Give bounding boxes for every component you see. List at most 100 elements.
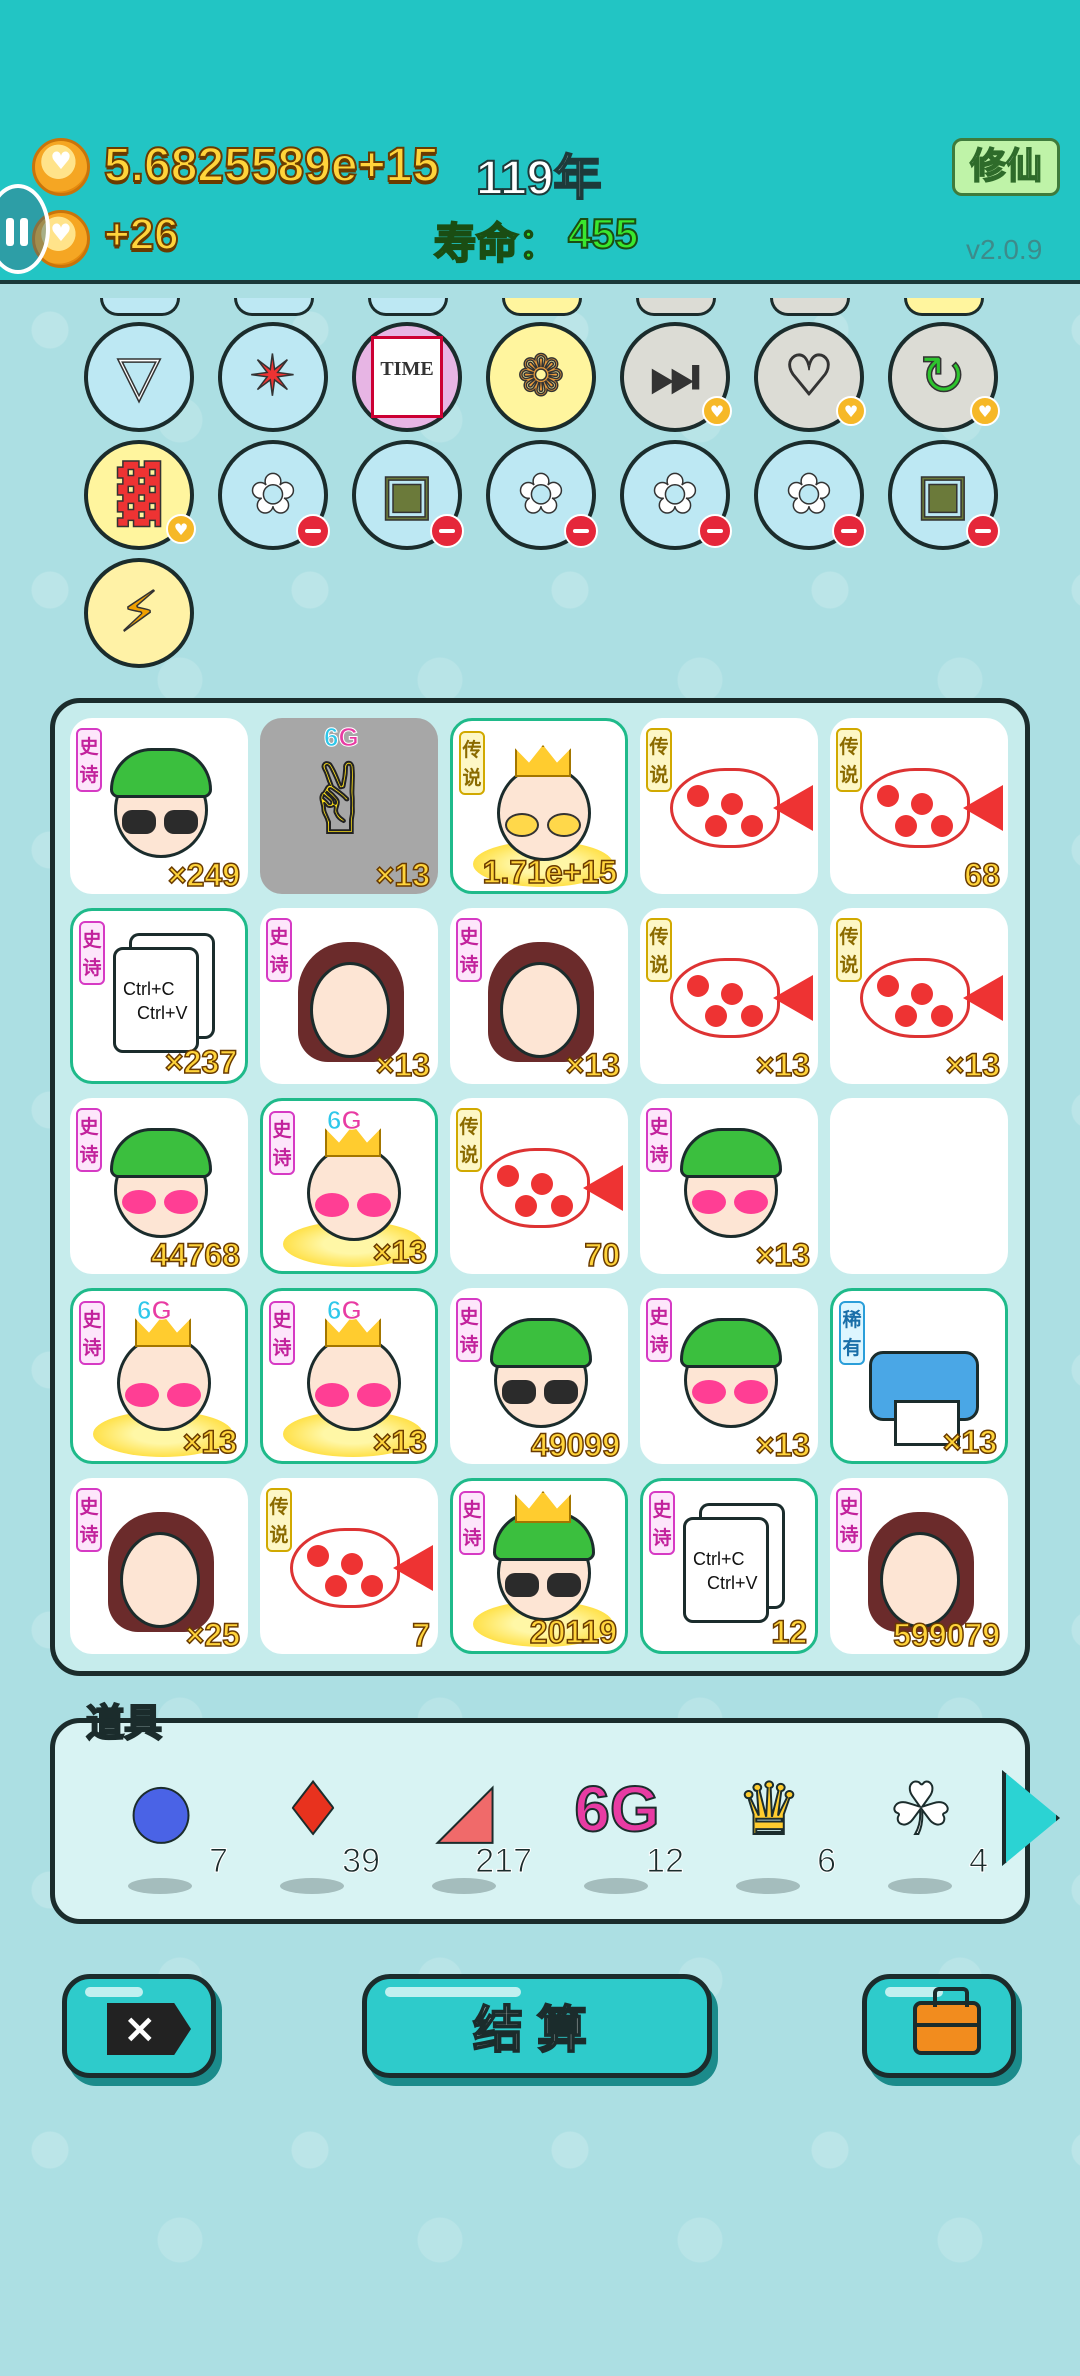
sack-icon: ▣ xyxy=(916,462,970,527)
grid-cell-copy-paste[interactable]: Ctrl+C Ctrl+V 史诗 12 xyxy=(640,1478,818,1654)
partially-hidden-tool[interactable] xyxy=(904,298,984,316)
grid-cell-copy-paste[interactable]: Ctrl+C Ctrl+V 史诗 ×237 xyxy=(70,908,248,1084)
grid-cell-koi-fish[interactable]: 传说 68 xyxy=(830,718,1008,894)
partially-hidden-tool[interactable] xyxy=(234,298,314,316)
remove-badge-icon[interactable] xyxy=(296,514,330,548)
prop-crown[interactable]: ♛ 6 xyxy=(706,1752,836,1902)
grid-cell-green-hat-pink-glasses[interactable]: 史诗 ×13 xyxy=(640,1098,818,1274)
partially-hidden-tool[interactable] xyxy=(502,298,582,316)
rarity-tag: 传说 xyxy=(459,731,485,795)
tool-fries[interactable]: ▓ ♥ xyxy=(84,440,196,550)
settle-button[interactable]: 结算 xyxy=(362,1974,712,2078)
grid-cell-green-hat-pink-glasses[interactable]: 史诗 ×13 xyxy=(640,1288,818,1464)
rarity-tag: 传说 xyxy=(836,918,862,982)
remove-badge-icon[interactable] xyxy=(564,514,598,548)
rarity-tag: 史诗 xyxy=(456,918,482,982)
prop-6g[interactable]: 6G 12 xyxy=(554,1752,684,1902)
prop-chili[interactable]: ♦ 39 xyxy=(250,1752,380,1902)
crown-icon: ♛ xyxy=(736,1766,803,1852)
remove-badge-icon[interactable] xyxy=(430,514,464,548)
grid-cell-koi-fish[interactable]: 传说 ×13 xyxy=(830,908,1008,1084)
grid-cell-braid-girl[interactable]: 史诗 599079 xyxy=(830,1478,1008,1654)
partially-hidden-tool[interactable] xyxy=(636,298,716,316)
grid-cell-crowned-pink-6g[interactable]: 6G 史诗 ×13 xyxy=(260,1288,438,1464)
grid-cell-koi-fish[interactable]: 传说 7 xyxy=(260,1478,438,1654)
tool-time-magazine[interactable]: TIME xyxy=(352,322,462,432)
prop-blueberry[interactable]: ● 7 xyxy=(98,1752,228,1902)
prop-shadow xyxy=(584,1878,648,1894)
cultivate-button[interactable]: 修仙 xyxy=(952,138,1060,196)
tool-skirt[interactable]: ▽ xyxy=(84,322,194,432)
version-label: v2.0.9 xyxy=(966,234,1043,265)
lightning-icon: ⚡ xyxy=(119,580,160,645)
skirt-icon: ▽ xyxy=(117,344,162,409)
grid-cell-koi-fish[interactable]: 传说 xyxy=(640,718,818,894)
tool-shell[interactable]: ❁ xyxy=(486,322,596,432)
prop-count: 6 xyxy=(817,1842,837,1881)
item-count: 68 xyxy=(964,856,1001,894)
prop-shadow xyxy=(736,1878,800,1894)
tool-refresh[interactable]: ↻ ♥ xyxy=(888,322,1000,432)
partially-hidden-tool[interactable] xyxy=(368,298,448,316)
income-rate: +26 xyxy=(103,209,180,260)
tool-compass[interactable]: ✴ xyxy=(218,322,328,432)
partially-hidden-tool[interactable] xyxy=(770,298,850,316)
grid-cell-green-hat-man[interactable]: 史诗 ×249 xyxy=(70,718,248,894)
remove-badge-icon[interactable] xyxy=(832,514,866,548)
discard-button[interactable]: × xyxy=(62,1974,216,2078)
item-count: ×13 xyxy=(755,1046,811,1084)
item-count: 49099 xyxy=(530,1426,620,1464)
grid-cell-koi-fish[interactable]: 传说 70 xyxy=(450,1098,628,1274)
grid-cell-crowned-green-hat[interactable]: 史诗 20119 xyxy=(450,1478,628,1654)
tool-sack[interactable]: ▣ xyxy=(352,440,464,550)
tool-flower-pot[interactable]: ✿ xyxy=(486,440,598,550)
grid-cell-koi-fish[interactable]: 传说 ×13 xyxy=(640,908,818,1084)
partially-hidden-tool[interactable] xyxy=(100,298,180,316)
remove-badge-icon[interactable] xyxy=(966,514,1000,548)
tool-flower-pot[interactable]: ✿ xyxy=(620,440,732,550)
grid-cell-braid-girl[interactable]: 史诗 ×13 xyxy=(450,908,628,1084)
coin-icon xyxy=(32,138,90,196)
prop-bird[interactable]: ☘ 4 xyxy=(858,1752,988,1902)
tool-lightning[interactable]: ⚡ xyxy=(84,558,194,668)
rarity-tag: 传说 xyxy=(266,1488,292,1552)
girl-face-icon xyxy=(120,1532,200,1628)
grid-cell-crowned-pink-6g[interactable]: 6G 史诗 ×13 xyxy=(260,1098,438,1274)
flower-pot-icon: ✿ xyxy=(517,462,565,527)
item-count: ×13 xyxy=(755,1236,811,1274)
backpack-button[interactable] xyxy=(862,1974,1016,2078)
grid-cell-green-hat-pink-glasses[interactable]: 史诗 44768 xyxy=(70,1098,248,1274)
grid-cell-empty[interactable] xyxy=(830,1098,1008,1274)
rarity-tag: 史诗 xyxy=(649,1491,675,1555)
grid-cell-crowned-pink-6g[interactable]: 6G 史诗 ×13 xyxy=(70,1288,248,1464)
grid-cell-braid-girl[interactable]: 史诗 ×25 xyxy=(70,1478,248,1654)
rarity-tag: 史诗 xyxy=(79,1301,105,1365)
grid-cell-green-hat-man[interactable]: 史诗 49099 xyxy=(450,1288,628,1464)
item-count: ×13 xyxy=(945,1046,1001,1084)
coin-total: 5.6825589e+15 xyxy=(103,138,440,193)
tool-flower-pot[interactable]: ✿ xyxy=(754,440,866,550)
item-count: ×13 xyxy=(372,1233,428,1271)
glasses-icon xyxy=(315,1193,393,1219)
item-count: ×13 xyxy=(565,1046,621,1084)
koi-fish-icon xyxy=(860,768,970,848)
grid-cell-printer[interactable]: 稀有 ×13 xyxy=(830,1288,1008,1464)
remove-badge-icon[interactable] xyxy=(698,514,732,548)
koi-fish-icon xyxy=(670,958,780,1038)
prop-liver[interactable]: ◢ 217 xyxy=(402,1752,532,1902)
tool-flower-pot[interactable]: ✿ xyxy=(218,440,330,550)
girl-face-icon xyxy=(310,962,390,1058)
flower-pot-icon: ✿ xyxy=(651,462,699,527)
tool-rabbit[interactable]: ♡ ♥ xyxy=(754,322,866,432)
close-icon: × xyxy=(107,2003,191,2055)
grid-cell-crowned-old-man[interactable]: 传说 1.71e+15 xyxy=(450,718,628,894)
glasses-icon xyxy=(505,1573,583,1599)
koi-fish-icon xyxy=(480,1148,590,1228)
heart-badge-icon: ♥ xyxy=(166,514,196,544)
heart-badge-icon: ♥ xyxy=(970,396,1000,426)
rarity-tag: 史诗 xyxy=(76,1488,102,1552)
grid-cell-hand-6g[interactable]: ✌ 6G ×13 xyxy=(260,718,438,894)
tool-sack[interactable]: ▣ xyxy=(888,440,1000,550)
grid-cell-braid-girl[interactable]: 史诗 ×13 xyxy=(260,908,438,1084)
tool-skip[interactable]: ⏭ ♥ xyxy=(620,322,732,432)
